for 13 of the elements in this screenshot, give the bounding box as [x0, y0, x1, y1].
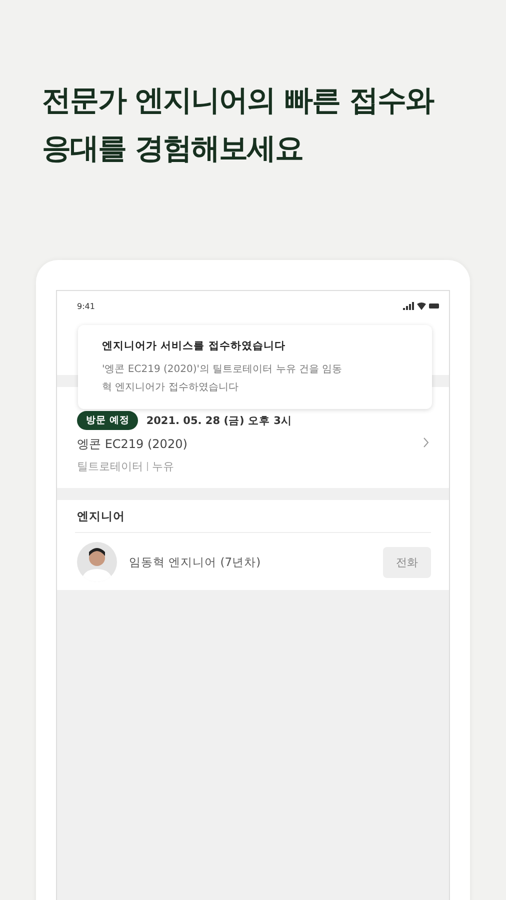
- part-name: 틸트로테이터: [77, 459, 143, 474]
- visit-datetime: 2021. 05. 28 (금) 오후 3시: [146, 414, 292, 428]
- engineer-name: 임동혁 엔지니어 (7년차): [129, 554, 262, 570]
- section-title: 엔지니어: [75, 500, 431, 533]
- headline: 전문가 엔지니어의 빠른 접수와 응대를 경험해보세요: [41, 82, 435, 167]
- status-badge: 방문 예정: [77, 411, 138, 430]
- issue-name: 누유: [152, 459, 174, 474]
- notification-title: 엔지니어가 서비스를 접수하였습니다: [102, 339, 286, 353]
- chevron-right-icon: [423, 437, 429, 448]
- status-time: 9:41: [77, 302, 95, 310]
- equipment-model: 엥콘 EC219 (2020): [77, 436, 188, 453]
- avatar-icon: [77, 542, 117, 582]
- status-icons-drawing: [403, 302, 439, 310]
